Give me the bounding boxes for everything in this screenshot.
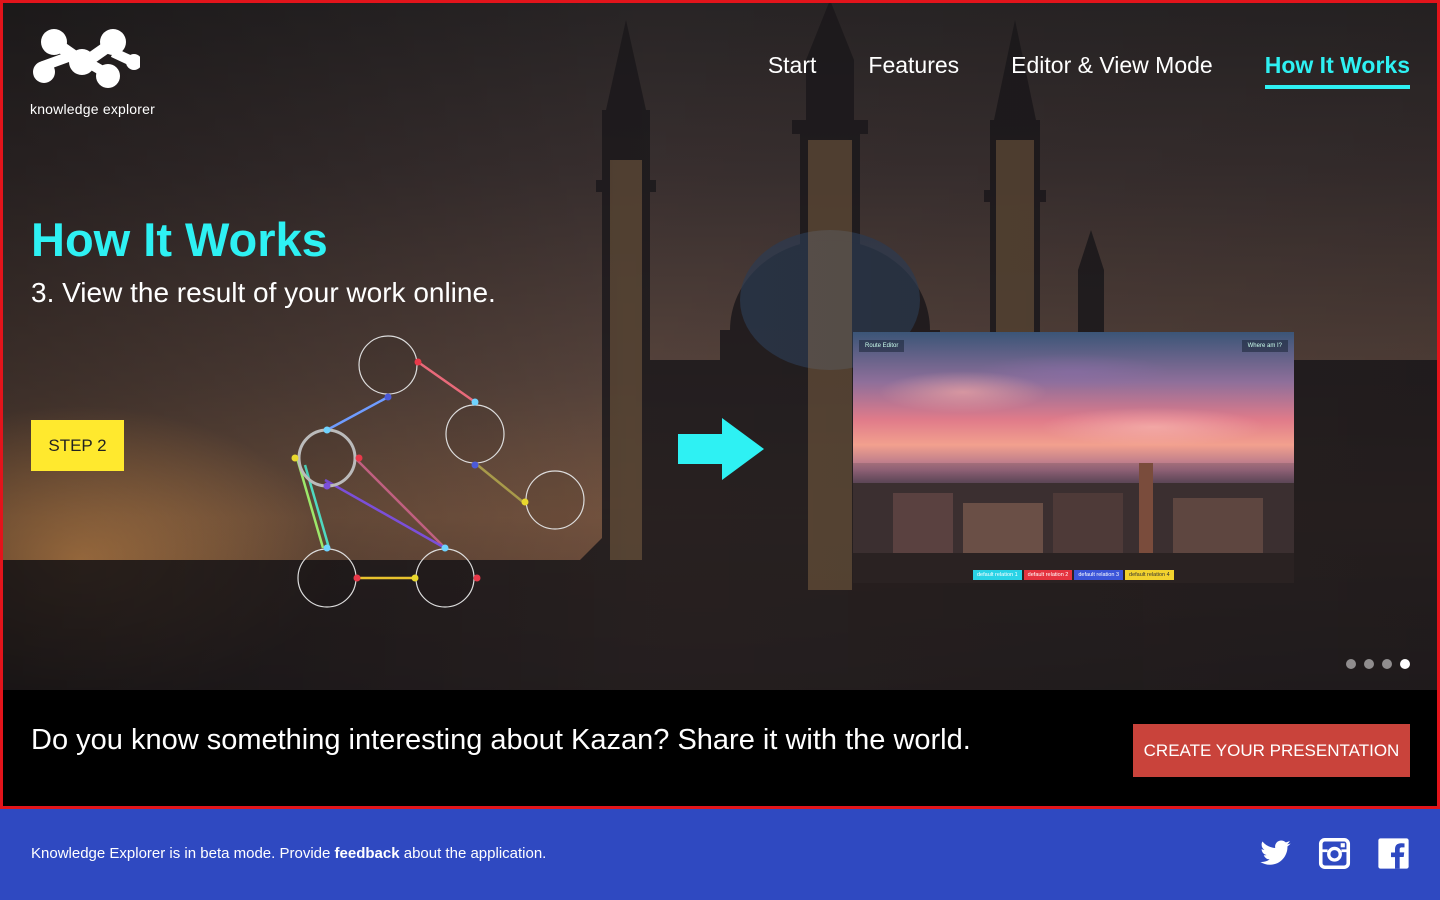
footer: Knowledge Explorer is in beta mode. Prov…	[0, 809, 1440, 900]
knowledge-graph-illustration	[291, 335, 585, 608]
slider-dot[interactable]	[1364, 659, 1374, 669]
slider-dot-active[interactable]	[1400, 659, 1410, 669]
nav-item-start[interactable]: Start	[768, 52, 817, 89]
create-presentation-button[interactable]: CREATE YOUR PRESENTATION	[1133, 724, 1410, 777]
relation-chip[interactable]: default relation 3	[1074, 570, 1124, 580]
relation-legend: default relation 1 default relation 2 de…	[973, 570, 1174, 580]
relation-chip[interactable]: default relation 2	[1023, 570, 1073, 580]
relation-chip[interactable]: default relation 1	[973, 570, 1022, 580]
cta-bar: Do you know something interesting about …	[0, 690, 1440, 809]
main-nav: Start Features Editor & View Mode How It…	[768, 52, 1410, 89]
where-am-i-button[interactable]: Where am I?	[1241, 340, 1288, 352]
facebook-icon[interactable]	[1377, 837, 1410, 870]
hero-subtitle: 3. View the result of your work online.	[31, 277, 496, 308]
knowledge-explorer-logo-icon	[33, 29, 142, 88]
arrow-right-icon	[678, 418, 764, 480]
hero-section: knowledge explorer Start Features Editor…	[0, 0, 1440, 690]
viewer-preview-screenshot: Route Editor Where am I? default relatio…	[853, 332, 1294, 583]
cta-text: Do you know something interesting about …	[31, 724, 971, 756]
instagram-icon[interactable]	[1318, 837, 1351, 870]
social-links	[1259, 837, 1410, 870]
feedback-link[interactable]: feedback	[335, 845, 400, 862]
slider-dot[interactable]	[1382, 659, 1392, 669]
beta-notice: Knowledge Explorer is in beta mode. Prov…	[31, 845, 547, 862]
nav-item-editor-view-mode[interactable]: Editor & View Mode	[1011, 52, 1213, 89]
city-skyline-image	[853, 463, 1294, 583]
nav-item-features[interactable]: Features	[868, 52, 959, 89]
nav-item-how-it-works[interactable]: How It Works	[1264, 52, 1410, 89]
step-button[interactable]: STEP 2	[31, 420, 124, 471]
brand-logo[interactable]: knowledge explorer	[30, 28, 170, 117]
brand-name: knowledge explorer	[30, 101, 156, 117]
slider-pagination	[1346, 659, 1410, 669]
route-editor-button[interactable]: Route Editor	[859, 340, 905, 352]
twitter-icon[interactable]	[1259, 837, 1292, 870]
hero-title: How It Works	[31, 213, 328, 266]
slider-dot[interactable]	[1346, 659, 1356, 669]
relation-chip[interactable]: default relation 4	[1125, 570, 1174, 580]
